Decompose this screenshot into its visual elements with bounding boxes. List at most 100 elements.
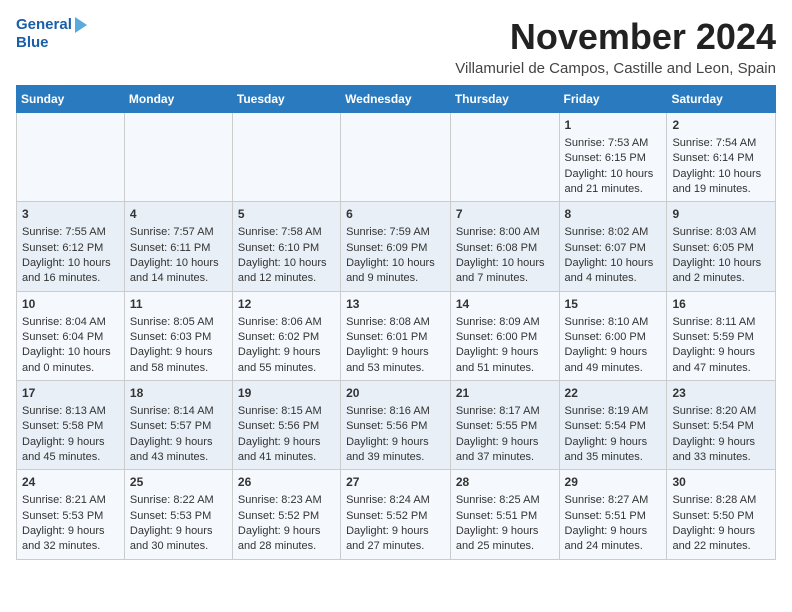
day-info: Daylight: 9 hours and 22 minutes. bbox=[672, 524, 770, 555]
day-info: Daylight: 9 hours and 53 minutes. bbox=[346, 345, 445, 376]
day-info: Sunrise: 7:59 AM bbox=[346, 225, 445, 240]
day-of-week-header: Wednesday bbox=[341, 86, 451, 113]
calendar-day-cell: 25Sunrise: 8:22 AMSunset: 5:53 PMDayligh… bbox=[124, 470, 232, 559]
day-info: Daylight: 10 hours and 19 minutes. bbox=[672, 167, 770, 198]
day-number: 18 bbox=[130, 385, 227, 402]
day-info: Daylight: 10 hours and 21 minutes. bbox=[565, 167, 662, 198]
calendar-day-cell: 4Sunrise: 7:57 AMSunset: 6:11 PMDaylight… bbox=[124, 202, 232, 291]
calendar-day-cell: 27Sunrise: 8:24 AMSunset: 5:52 PMDayligh… bbox=[341, 470, 451, 559]
day-of-week-header: Tuesday bbox=[232, 86, 340, 113]
day-info: Sunrise: 8:22 AM bbox=[130, 493, 227, 508]
day-info: Daylight: 9 hours and 35 minutes. bbox=[565, 435, 662, 466]
calendar-day-cell bbox=[124, 113, 232, 202]
day-info: Daylight: 10 hours and 7 minutes. bbox=[456, 256, 554, 287]
calendar-day-cell: 12Sunrise: 8:06 AMSunset: 6:02 PMDayligh… bbox=[232, 291, 340, 380]
day-info: Daylight: 10 hours and 9 minutes. bbox=[346, 256, 445, 287]
day-info: Sunrise: 8:15 AM bbox=[238, 404, 335, 419]
day-info: Sunset: 6:15 PM bbox=[565, 151, 662, 166]
day-number: 7 bbox=[456, 206, 554, 223]
day-number: 23 bbox=[672, 385, 770, 402]
day-info: Sunrise: 8:14 AM bbox=[130, 404, 227, 419]
calendar-day-cell: 29Sunrise: 8:27 AMSunset: 5:51 PMDayligh… bbox=[559, 470, 667, 559]
day-info: Sunrise: 8:28 AM bbox=[672, 493, 770, 508]
calendar-day-cell: 9Sunrise: 8:03 AMSunset: 6:05 PMDaylight… bbox=[667, 202, 776, 291]
day-info: Sunrise: 8:08 AM bbox=[346, 315, 445, 330]
calendar-day-cell: 21Sunrise: 8:17 AMSunset: 5:55 PMDayligh… bbox=[450, 381, 559, 470]
calendar-week-row: 1Sunrise: 7:53 AMSunset: 6:15 PMDaylight… bbox=[17, 113, 776, 202]
day-number: 25 bbox=[130, 474, 227, 491]
logo-text-blue: Blue bbox=[16, 34, 49, 52]
day-number: 10 bbox=[22, 296, 119, 313]
calendar-day-cell: 20Sunrise: 8:16 AMSunset: 5:56 PMDayligh… bbox=[341, 381, 451, 470]
day-info: Sunset: 6:14 PM bbox=[672, 151, 770, 166]
day-info: Daylight: 10 hours and 4 minutes. bbox=[565, 256, 662, 287]
day-info: Daylight: 9 hours and 58 minutes. bbox=[130, 345, 227, 376]
day-info: Daylight: 9 hours and 24 minutes. bbox=[565, 524, 662, 555]
calendar-week-row: 3Sunrise: 7:55 AMSunset: 6:12 PMDaylight… bbox=[17, 202, 776, 291]
day-info: Sunset: 5:56 PM bbox=[346, 419, 445, 434]
day-info: Sunset: 6:07 PM bbox=[565, 241, 662, 256]
day-info: Sunset: 6:00 PM bbox=[456, 330, 554, 345]
day-info: Sunset: 6:08 PM bbox=[456, 241, 554, 256]
day-number: 24 bbox=[22, 474, 119, 491]
day-info: Sunrise: 8:09 AM bbox=[456, 315, 554, 330]
day-number: 20 bbox=[346, 385, 445, 402]
day-info: Sunrise: 8:00 AM bbox=[456, 225, 554, 240]
logo-arrow-icon bbox=[75, 17, 87, 33]
day-info: Sunrise: 8:11 AM bbox=[672, 315, 770, 330]
day-of-week-header: Sunday bbox=[17, 86, 125, 113]
calendar-day-cell: 10Sunrise: 8:04 AMSunset: 6:04 PMDayligh… bbox=[17, 291, 125, 380]
logo-text: General bbox=[16, 16, 72, 34]
day-info: Sunset: 5:51 PM bbox=[565, 509, 662, 524]
day-number: 12 bbox=[238, 296, 335, 313]
day-number: 14 bbox=[456, 296, 554, 313]
day-info: Sunrise: 8:03 AM bbox=[672, 225, 770, 240]
day-info: Daylight: 9 hours and 55 minutes. bbox=[238, 345, 335, 376]
calendar-day-cell: 13Sunrise: 8:08 AMSunset: 6:01 PMDayligh… bbox=[341, 291, 451, 380]
calendar-day-cell: 1Sunrise: 7:53 AMSunset: 6:15 PMDaylight… bbox=[559, 113, 667, 202]
day-of-week-header: Thursday bbox=[450, 86, 559, 113]
day-number: 6 bbox=[346, 206, 445, 223]
day-info: Sunset: 6:03 PM bbox=[130, 330, 227, 345]
calendar-day-cell: 19Sunrise: 8:15 AMSunset: 5:56 PMDayligh… bbox=[232, 381, 340, 470]
day-info: Daylight: 9 hours and 39 minutes. bbox=[346, 435, 445, 466]
calendar-day-cell: 30 Sunrise: 8:28 AMSunset: 5:50 PMDayligh… bbox=[667, 470, 776, 559]
day-info: Sunset: 5:59 PM bbox=[672, 330, 770, 345]
day-number: 30 bbox=[672, 474, 770, 491]
day-info: Daylight: 10 hours and 14 minutes. bbox=[130, 256, 227, 287]
calendar-day-cell: 14Sunrise: 8:09 AMSunset: 6:00 PMDayligh… bbox=[450, 291, 559, 380]
day-info: Sunrise: 8:20 AM bbox=[672, 404, 770, 419]
day-info: Sunrise: 8:27 AM bbox=[565, 493, 662, 508]
day-info: Daylight: 9 hours and 47 minutes. bbox=[672, 345, 770, 376]
day-number: 15 bbox=[565, 296, 662, 313]
day-info: Daylight: 9 hours and 41 minutes. bbox=[238, 435, 335, 466]
logo: General Blue bbox=[16, 16, 87, 52]
day-info: Sunrise: 8:13 AM bbox=[22, 404, 119, 419]
day-info: Sunset: 5:54 PM bbox=[565, 419, 662, 434]
calendar-body: 1Sunrise: 7:53 AMSunset: 6:15 PMDaylight… bbox=[17, 113, 776, 560]
day-info: Sunset: 5:50 PM bbox=[672, 509, 770, 524]
day-number: 3 bbox=[22, 206, 119, 223]
day-number: 19 bbox=[238, 385, 335, 402]
day-number: 2 bbox=[672, 117, 770, 134]
day-of-week-header: Saturday bbox=[667, 86, 776, 113]
day-info: Daylight: 9 hours and 43 minutes. bbox=[130, 435, 227, 466]
header-row: SundayMondayTuesdayWednesdayThursdayFrid… bbox=[17, 86, 776, 113]
day-number: 1 bbox=[565, 117, 662, 134]
day-info: Sunrise: 7:54 AM bbox=[672, 136, 770, 151]
day-info: Daylight: 10 hours and 12 minutes. bbox=[238, 256, 335, 287]
calendar-day-cell bbox=[450, 113, 559, 202]
day-info: Sunset: 5:53 PM bbox=[22, 509, 119, 524]
day-info: Daylight: 9 hours and 27 minutes. bbox=[346, 524, 445, 555]
day-info: Sunrise: 8:25 AM bbox=[456, 493, 554, 508]
day-info: Sunrise: 8:17 AM bbox=[456, 404, 554, 419]
calendar-week-row: 17Sunrise: 8:13 AMSunset: 5:58 PMDayligh… bbox=[17, 381, 776, 470]
day-info: Sunset: 5:58 PM bbox=[22, 419, 119, 434]
calendar-day-cell: 18Sunrise: 8:14 AMSunset: 5:57 PMDayligh… bbox=[124, 381, 232, 470]
day-number: 5 bbox=[238, 206, 335, 223]
day-info: Daylight: 9 hours and 28 minutes. bbox=[238, 524, 335, 555]
day-info: Sunset: 5:55 PM bbox=[456, 419, 554, 434]
calendar-day-cell: 5Sunrise: 7:58 AMSunset: 6:10 PMDaylight… bbox=[232, 202, 340, 291]
location-title: Villamuriel de Campos, Castille and Leon… bbox=[455, 60, 776, 77]
day-info: Sunrise: 8:04 AM bbox=[22, 315, 119, 330]
